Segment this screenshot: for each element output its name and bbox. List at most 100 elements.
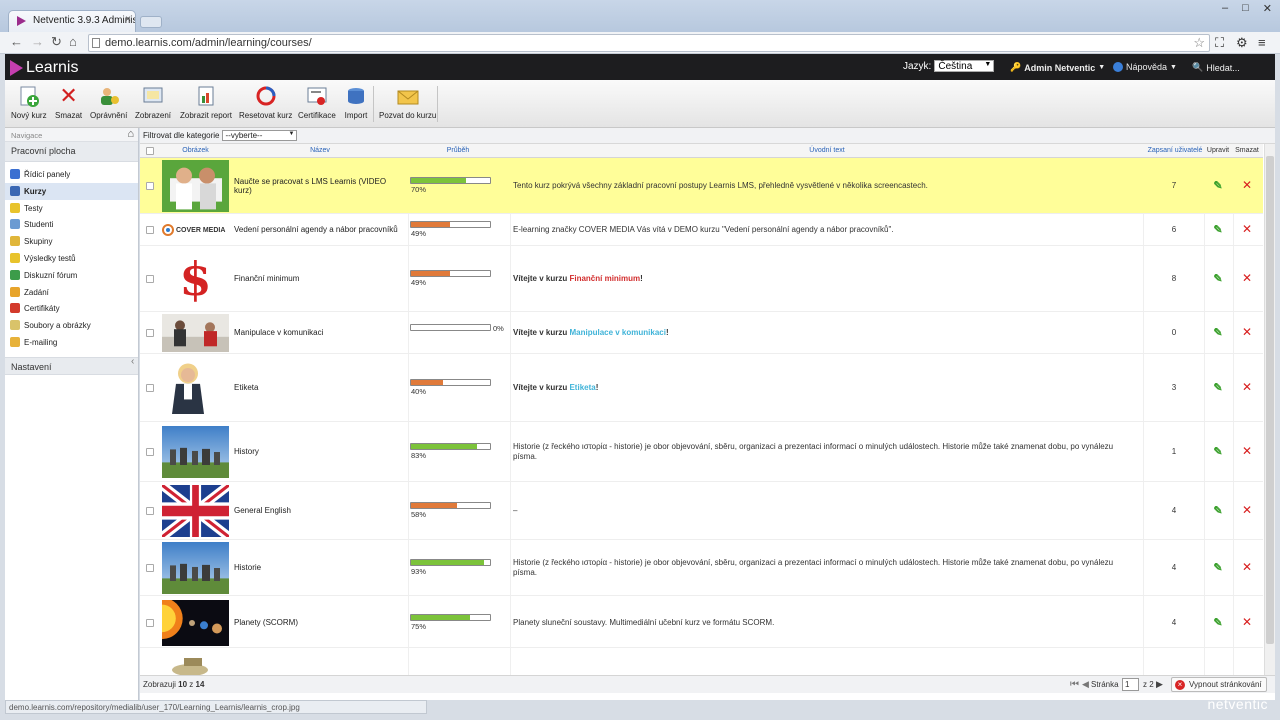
course-name[interactable]: Manipulace v komunikaci xyxy=(234,328,406,337)
table-row[interactable]: Etiketa 40% Vítejte v kurzu Etiketa! 3 ✎… xyxy=(140,354,1263,422)
row-checkbox[interactable] xyxy=(146,564,154,572)
search-link[interactable]: 🔍 Hledat... xyxy=(1192,62,1240,73)
course-name[interactable]: History xyxy=(234,447,406,456)
edit-icon[interactable]: ✎ xyxy=(1211,616,1225,629)
bookmark-star-icon[interactable]: ☆ xyxy=(1193,35,1205,51)
row-checkbox[interactable] xyxy=(146,275,154,283)
section-settings[interactable]: Nastavení xyxy=(5,356,138,375)
column-image[interactable]: Obrázek xyxy=(162,147,229,154)
sidebar-item[interactable]: Zadání xyxy=(5,284,138,301)
row-checkbox[interactable] xyxy=(146,384,154,392)
forward-icon[interactable]: → xyxy=(31,34,44,49)
settings-gear-icon[interactable]: ⚙ xyxy=(1236,35,1248,51)
row-checkbox[interactable] xyxy=(146,182,154,190)
table-row[interactable]: History 83% Historie (z řeckého ιστορία … xyxy=(140,422,1263,482)
row-checkbox[interactable] xyxy=(146,619,154,627)
row-checkbox[interactable] xyxy=(146,226,154,234)
course-name[interactable]: Naučte se pracovat s LMS Learnis (VIDEO … xyxy=(234,177,406,195)
sidebar-item[interactable]: Skupiny xyxy=(5,233,138,250)
delete-row-icon[interactable]: ✕ xyxy=(1240,271,1254,285)
course-name[interactable]: General English xyxy=(234,506,406,515)
sidebar-item[interactable]: Diskuzní fórum xyxy=(5,267,138,284)
language-select[interactable]: Čeština xyxy=(934,60,995,72)
sidebar-item[interactable]: Soubory a obrázky xyxy=(5,317,138,334)
view-button[interactable]: Zobrazení xyxy=(135,84,171,120)
new-tab-button[interactable] xyxy=(140,16,162,28)
course-name[interactable]: Planety (SCORM) xyxy=(234,618,406,627)
column-progress[interactable]: Průběh xyxy=(408,147,508,154)
course-name[interactable]: Historie xyxy=(234,563,406,572)
table-row[interactable]: Naučte se pracovat s LMS Learnis (VIDEO … xyxy=(140,158,1263,214)
next-page-icon[interactable]: ▶ xyxy=(1156,679,1163,690)
prev-page-icon[interactable]: ◀ xyxy=(1082,679,1089,690)
table-row[interactable]: $ Finanční minimum 49% Vítejte v kurzu F… xyxy=(140,246,1263,312)
column-enrolled[interactable]: Zapsaní uživatelé xyxy=(1143,147,1207,154)
edit-icon[interactable]: ✎ xyxy=(1211,445,1225,458)
course-name[interactable]: Finanční minimum xyxy=(234,274,406,283)
new-course-button[interactable]: Nový kurz xyxy=(11,84,47,120)
column-intro[interactable]: Úvodní text xyxy=(513,147,1141,154)
table-row[interactable]: Planety (SCORM) 75% Planety sluneční sou… xyxy=(140,598,1263,648)
edit-icon[interactable]: ✎ xyxy=(1211,561,1225,574)
course-name[interactable]: Vedení personální agendy a nábor pracovn… xyxy=(234,225,406,234)
delete-row-icon[interactable]: ✕ xyxy=(1240,325,1254,339)
sidebar-item[interactable]: Výsledky testů xyxy=(5,250,138,267)
table-row[interactable]: Manipulace v komunikaci 0% Vítejte v kur… xyxy=(140,312,1263,354)
sidebar-item[interactable]: Studenti xyxy=(5,216,138,233)
sidebar-item[interactable]: Kurzy xyxy=(5,182,138,200)
table-scrollbar[interactable] xyxy=(1264,144,1275,675)
edit-icon[interactable]: ✎ xyxy=(1211,381,1225,394)
section-workspace[interactable]: Pracovní plocha xyxy=(5,142,138,162)
row-checkbox[interactable] xyxy=(146,507,154,515)
reload-icon[interactable]: ↻ xyxy=(51,34,62,50)
reset-course-button[interactable]: Resetovat kurz xyxy=(239,84,292,120)
table-row[interactable]: General English 58% – 4 ✎ ✕ xyxy=(140,482,1263,540)
minimize-button[interactable]: – xyxy=(1222,2,1228,15)
help-menu[interactable]: Nápověda ▼ xyxy=(1113,62,1177,72)
course-name[interactable]: Etiketa xyxy=(234,383,406,392)
first-page-icon[interactable]: ⏮ xyxy=(1070,679,1079,690)
scrollbar-thumb[interactable] xyxy=(1266,156,1274,644)
sidebar-item[interactable]: Certifikáty xyxy=(5,300,138,317)
disable-paging-button[interactable]: × Vypnout stránkování xyxy=(1171,677,1267,692)
select-all-checkbox[interactable] xyxy=(146,147,154,155)
collapse-sidebar-icon[interactable]: ‹ xyxy=(131,356,134,367)
delete-row-icon[interactable]: ✕ xyxy=(1240,560,1254,574)
edit-icon[interactable]: ✎ xyxy=(1211,179,1225,192)
url-field[interactable]: demo.learnis.com/admin/learning/courses/… xyxy=(88,34,1210,52)
home-icon[interactable]: ⌂ xyxy=(69,34,77,49)
delete-row-icon[interactable]: ✕ xyxy=(1240,615,1254,629)
import-button[interactable]: Import xyxy=(344,84,368,120)
edit-icon[interactable]: ✎ xyxy=(1211,272,1225,285)
sidebar-item[interactable]: Testy xyxy=(5,200,138,217)
invite-button[interactable]: Pozvat do kurzu xyxy=(379,84,436,120)
sidebar-item[interactable]: E-mailing xyxy=(5,334,138,351)
menu-icon[interactable]: ≡ xyxy=(1258,35,1266,50)
row-checkbox[interactable] xyxy=(146,329,154,337)
delete-row-icon[interactable]: ✕ xyxy=(1240,380,1254,394)
tab-close-icon[interactable]: × xyxy=(125,14,131,25)
edit-icon[interactable]: ✎ xyxy=(1211,326,1225,339)
page-input[interactable]: 1 xyxy=(1122,678,1139,691)
back-icon[interactable]: ← xyxy=(10,34,23,49)
table-row[interactable]: Historie 93% Historie (z řeckého ιστορία… xyxy=(140,540,1263,596)
delete-row-icon[interactable]: ✕ xyxy=(1240,444,1254,458)
user-menu[interactable]: 🔑 Admin Netventic ▼ xyxy=(1010,62,1105,73)
delete-row-icon[interactable]: ✕ xyxy=(1240,178,1254,192)
delete-row-icon[interactable]: ✕ xyxy=(1240,503,1254,517)
learnis-logo[interactable]: Learnis xyxy=(10,59,78,77)
sidebar-item[interactable]: Řídicí panely xyxy=(5,166,138,183)
browser-tab[interactable]: Netventic 3.9.3 Administr × xyxy=(8,10,136,32)
close-window-button[interactable]: ✕ xyxy=(1263,2,1272,15)
delete-row-icon[interactable]: ✕ xyxy=(1240,222,1254,236)
certification-button[interactable]: Certifikace xyxy=(298,84,336,120)
category-select[interactable]: --vyberte-- xyxy=(222,130,298,141)
edit-icon[interactable]: ✎ xyxy=(1211,504,1225,517)
maximize-button[interactable]: □ xyxy=(1242,2,1249,15)
table-row[interactable]: COVER MEDIA Vedení personální agendy a n… xyxy=(140,214,1263,246)
permissions-button[interactable]: Oprávnění xyxy=(90,84,127,120)
column-name[interactable]: Název xyxy=(234,147,406,154)
report-button[interactable]: Zobrazit report xyxy=(180,84,232,120)
delete-button[interactable]: ✕ Smazat xyxy=(55,83,82,120)
home-icon[interactable]: ⌂ xyxy=(127,128,134,140)
